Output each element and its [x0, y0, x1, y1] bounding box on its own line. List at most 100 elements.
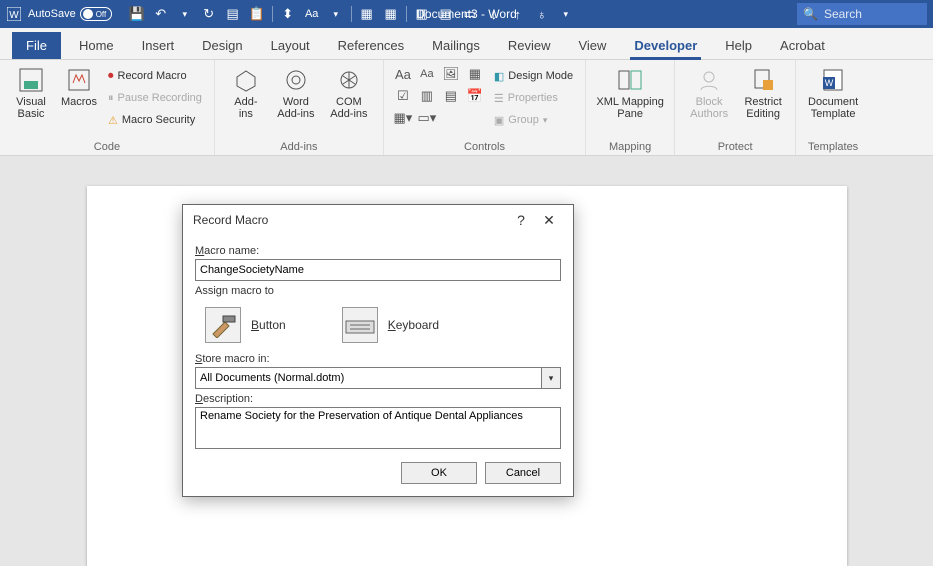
description-input[interactable]	[195, 407, 561, 449]
document-template-button[interactable]: W Document Template	[804, 64, 862, 120]
macro-security-button[interactable]: ⚠ Macro Security	[104, 110, 206, 130]
design-mode-icon: ◧	[494, 70, 504, 83]
macro-security-label: Macro Security	[122, 114, 195, 126]
record-macro-icon: ⏺	[108, 70, 114, 83]
visual-basic-label: Visual Basic	[16, 96, 46, 120]
qat-dropdown-icon[interactable]: ▾	[325, 3, 347, 25]
tab-review[interactable]: Review	[494, 32, 565, 59]
keyboard-icon	[342, 307, 378, 343]
undo-dropdown-icon[interactable]: ▾	[174, 3, 196, 25]
ribbon-tabs: File Home Insert Design Layout Reference…	[0, 28, 933, 60]
restrict-editing-icon	[749, 66, 777, 94]
tab-help[interactable]: Help	[711, 32, 766, 59]
search-input[interactable]	[824, 7, 904, 21]
tab-home[interactable]: Home	[65, 32, 128, 59]
com-addins-icon	[335, 66, 363, 94]
search-bar[interactable]: 🔍	[797, 3, 927, 25]
record-macro-dialog: Record Macro ? ✕ Macro name: Assign macr…	[182, 204, 574, 497]
autosave-toggle[interactable]: Off	[80, 7, 112, 21]
macros-button[interactable]: Macros	[58, 64, 100, 108]
undo-icon[interactable]: ↶	[150, 3, 172, 25]
tab-file[interactable]: File	[12, 32, 61, 59]
form-icon[interactable]: ▤	[222, 3, 244, 25]
building-block-control-icon[interactable]: ▦	[464, 64, 486, 84]
xml-mapping-button[interactable]: XML Mapping Pane	[594, 64, 666, 120]
tab-mailings[interactable]: Mailings	[418, 32, 494, 59]
word-addins-button[interactable]: Word Add-ins	[273, 64, 319, 120]
visual-basic-icon	[17, 66, 45, 94]
tab-layout[interactable]: Layout	[257, 32, 324, 59]
tab-view[interactable]: View	[564, 32, 620, 59]
group-templates: W Document Template Templates	[796, 60, 870, 155]
hammer-icon	[205, 307, 241, 343]
group-controls-label: Controls	[392, 139, 577, 153]
redo-icon[interactable]: ↻	[198, 3, 220, 25]
datepicker-control-icon[interactable]: 📅	[464, 86, 486, 106]
group-addins-label: Add-ins	[223, 139, 375, 153]
font-size-icon[interactable]: Aa	[301, 3, 323, 25]
assign-keyboard-option[interactable]: Keyboard	[342, 307, 439, 343]
cancel-button[interactable]: Cancel	[485, 462, 561, 484]
dialog-help-button[interactable]: ?	[507, 206, 535, 234]
save-icon[interactable]: 💾	[126, 3, 148, 25]
tab-references[interactable]: References	[324, 32, 418, 59]
restrict-editing-button[interactable]: Restrict Editing	[739, 64, 787, 120]
autosave-label: AutoSave	[28, 8, 76, 20]
hierarchy-icon[interactable]: ♁	[531, 3, 553, 25]
document-template-icon: W	[819, 66, 847, 94]
macro-name-label: Macro name:	[195, 245, 561, 257]
rich-text-control-icon[interactable]: Aa	[392, 64, 414, 84]
store-macro-combo[interactable]: ▾	[195, 367, 561, 389]
addins-label: Add- ins	[234, 96, 257, 120]
tab-design[interactable]: Design	[188, 32, 256, 59]
word-app-icon: W	[6, 6, 22, 22]
qat-customize-icon[interactable]: ▾	[555, 3, 577, 25]
description-label: Description:	[195, 393, 561, 405]
tab-insert[interactable]: Insert	[128, 32, 189, 59]
group-code: Visual Basic Macros ⏺ Record Macro ⏸ Pau…	[0, 60, 215, 155]
group-mapping: XML Mapping Pane Mapping	[586, 60, 675, 155]
dialog-titlebar: Record Macro ? ✕	[183, 205, 573, 235]
tab-developer[interactable]: Developer	[620, 32, 711, 59]
assign-button-option[interactable]: Button	[205, 307, 286, 343]
addins-button[interactable]: Add- ins	[223, 64, 269, 120]
picture-control-icon[interactable]: 🖼	[440, 64, 462, 84]
properties-label: Properties	[508, 92, 558, 104]
search-icon: 🔍	[803, 7, 818, 21]
align-icon[interactable]: ⬍	[277, 3, 299, 25]
block-authors-label: Block Authors	[690, 96, 728, 120]
group-icon: ▣	[494, 114, 504, 127]
checkbox-control-icon[interactable]: ☑	[392, 86, 414, 106]
store-macro-label: Store macro in:	[195, 353, 561, 365]
dialog-title: Record Macro	[193, 213, 268, 227]
clipboard-icon[interactable]: 📋	[246, 3, 268, 25]
dialog-close-button[interactable]: ✕	[535, 206, 563, 234]
dropdown-control-icon[interactable]: ▤	[440, 86, 462, 106]
group-protect-label: Protect	[683, 139, 787, 153]
table-delete-icon: ▦	[380, 3, 402, 25]
visual-basic-button[interactable]: Visual Basic	[8, 64, 54, 120]
plain-text-control-icon[interactable]: Aa	[416, 64, 438, 84]
tab-acrobat[interactable]: Acrobat	[766, 32, 839, 59]
macro-name-input[interactable]	[195, 259, 561, 281]
addins-icon	[232, 66, 260, 94]
group-mapping-label: Mapping	[594, 139, 666, 153]
ribbon: Visual Basic Macros ⏺ Record Macro ⏸ Pau…	[0, 60, 933, 156]
combo-dropdown-button[interactable]: ▾	[541, 367, 561, 389]
word-addins-label: Word Add-ins	[277, 96, 314, 120]
design-mode-button[interactable]: ◧ Design Mode	[490, 66, 577, 86]
titlebar: W AutoSave Off 💾 ↶ ▾ ↻ ▤ 📋 ⬍ Aa ▾ ▦ ▦ ▥ …	[0, 0, 933, 28]
record-macro-button[interactable]: ⏺ Record Macro	[104, 66, 206, 86]
xml-mapping-icon	[616, 66, 644, 94]
ok-button[interactable]: OK	[401, 462, 477, 484]
group-code-label: Code	[8, 139, 206, 153]
com-addins-button[interactable]: COM Add-ins	[323, 64, 375, 120]
macros-label: Macros	[61, 96, 97, 108]
document-title: Document3 - Word	[416, 7, 516, 21]
block-authors-icon	[695, 66, 723, 94]
controls-group-button: ▣ Group ▾	[490, 110, 577, 130]
combobox-control-icon[interactable]: ▥	[416, 86, 438, 106]
store-macro-value[interactable]	[195, 367, 541, 389]
repeating-section-icon[interactable]: ▭▾	[416, 108, 438, 128]
legacy-tools-icon[interactable]: ▦▾	[392, 108, 414, 128]
